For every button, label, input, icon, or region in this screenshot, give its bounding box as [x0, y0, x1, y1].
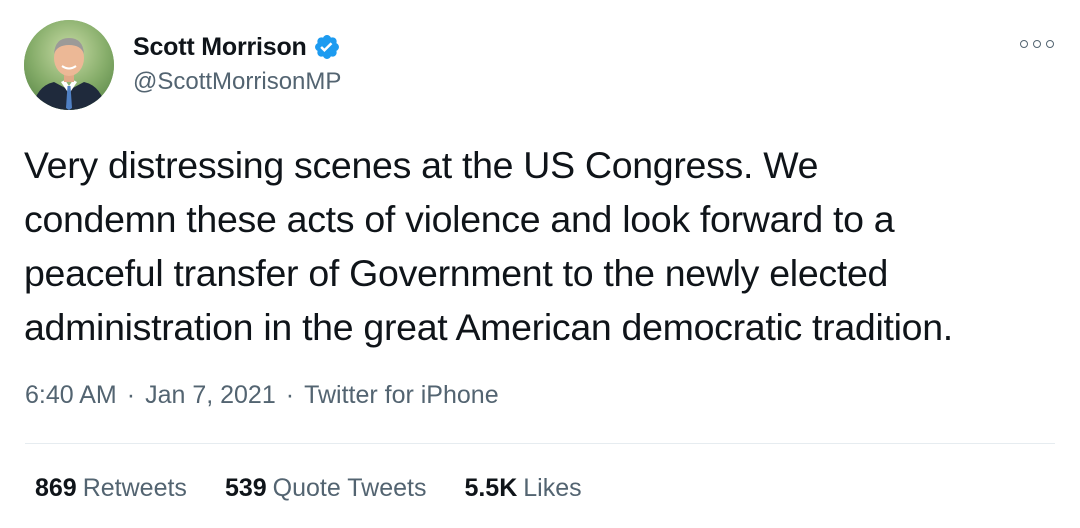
quote-tweets-stat[interactable]: 539 Quote Tweets: [225, 474, 427, 503]
meta-separator: ·: [126, 381, 136, 409]
likes-stat[interactable]: 5.5K Likes: [464, 474, 581, 503]
dot-icon: [1033, 40, 1041, 48]
tweet-time-link[interactable]: 6:40 AM: [25, 381, 117, 410]
tweet-text: Very distressing scenes at the US Congre…: [24, 138, 1064, 354]
author-handle[interactable]: @ScottMorrisonMP: [133, 68, 341, 96]
quote-tweets-label: Quote Tweets: [272, 474, 427, 502]
author-display-name[interactable]: Scott Morrison: [133, 33, 307, 62]
verified-badge-icon: [313, 33, 341, 61]
retweets-count: 869: [35, 474, 77, 502]
tweet-date-link[interactable]: Jan 7, 2021: [145, 381, 276, 410]
tweet-text-line: condemn these acts of violence and look …: [24, 198, 895, 240]
retweets-label: Retweets: [82, 474, 187, 502]
tweet-text-line: administration in the great American dem…: [24, 306, 953, 348]
retweets-stat[interactable]: 869 Retweets: [35, 474, 187, 503]
tweet-meta: 6:40 AM · Jan 7, 2021 · Twitter for iPho…: [25, 381, 499, 410]
divider: [25, 443, 1055, 444]
tweet-stats: 869 Retweets 539 Quote Tweets 5.5K Likes: [35, 474, 620, 503]
quote-tweets-count: 539: [224, 474, 267, 502]
tweet-card: Scott Morrison @ScottMorrisonMP Very dis…: [0, 0, 1080, 528]
author-block: Scott Morrison @ScottMorrisonMP: [133, 30, 341, 96]
dot-icon: [1020, 40, 1028, 48]
likes-label: Likes: [523, 474, 582, 502]
tweet-source-link[interactable]: Twitter for iPhone: [304, 381, 499, 410]
name-row: Scott Morrison: [133, 30, 341, 64]
tweet-text-line: Very distressing scenes at the US Congre…: [24, 144, 819, 186]
likes-count: 5.5K: [464, 474, 518, 502]
avatar[interactable]: [24, 20, 114, 110]
more-options-icon[interactable]: [1020, 36, 1054, 52]
dot-icon: [1046, 40, 1054, 48]
avatar-image: [24, 20, 114, 110]
tweet-text-line: peaceful transfer of Government to the n…: [24, 252, 889, 294]
meta-separator: ·: [285, 381, 295, 409]
